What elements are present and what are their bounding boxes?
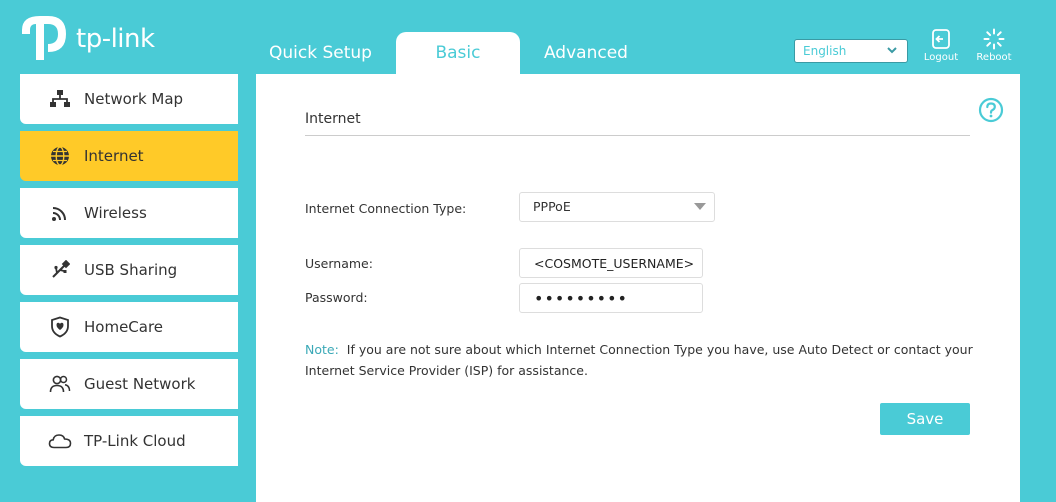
sidebar-item-label: USB Sharing <box>84 261 178 279</box>
sidebar-item-label: TP-Link Cloud <box>84 432 186 450</box>
logout-label: Logout <box>923 52 959 63</box>
chevron-down-icon <box>887 47 897 54</box>
sidebar-item-label: Internet <box>84 147 144 165</box>
note-label: Note: <box>305 342 339 357</box>
guest-users-icon <box>47 371 73 397</box>
sidebar-item-label: Wireless <box>84 204 147 222</box>
note-text: Note: If you are not sure about which In… <box>305 339 975 381</box>
sidebar-item-internet[interactable]: Internet <box>20 131 238 181</box>
username-label: Username: <box>305 256 373 271</box>
save-button[interactable]: Save <box>880 403 970 435</box>
sidebar: Network Map Internet Wireless USB Sharin… <box>20 74 238 473</box>
sidebar-item-label: Guest Network <box>84 375 196 393</box>
sidebar-item-tp-link-cloud[interactable]: TP-Link Cloud <box>20 416 238 466</box>
help-icon[interactable] <box>978 97 1004 123</box>
page-title: Internet <box>305 111 361 127</box>
language-selected: English <box>803 44 847 58</box>
tab-basic[interactable]: Basic <box>395 32 520 74</box>
brand-name: tp-link <box>76 24 155 54</box>
tab-quick-setup[interactable]: Quick Setup <box>256 32 385 74</box>
sidebar-item-guest-network[interactable]: Guest Network <box>20 359 238 409</box>
sidebar-item-usb-sharing[interactable]: USB Sharing <box>20 245 238 295</box>
globe-icon <box>47 143 73 169</box>
connection-type-label: Internet Connection Type: <box>305 201 467 216</box>
connection-type-select[interactable]: PPPoE <box>519 192 715 222</box>
sidebar-item-wireless[interactable]: Wireless <box>20 188 238 238</box>
sidebar-item-label: Network Map <box>84 90 184 108</box>
password-label: Password: <box>305 290 368 305</box>
dropdown-arrow-icon <box>694 203 706 210</box>
usb-icon <box>47 257 73 283</box>
network-map-icon <box>47 86 73 112</box>
logout-icon <box>932 29 950 49</box>
note-body: If you are not sure about which Internet… <box>305 342 973 378</box>
wifi-icon <box>47 200 73 226</box>
sidebar-item-network-map[interactable]: Network Map <box>20 74 238 124</box>
reboot-button[interactable]: Reboot <box>970 28 1018 63</box>
top-tabs: Quick Setup Basic Advanced <box>256 32 641 74</box>
tab-advanced[interactable]: Advanced <box>531 32 641 74</box>
title-divider <box>305 135 970 136</box>
reboot-icon <box>983 28 1005 50</box>
sidebar-item-label: HomeCare <box>84 318 164 336</box>
cloud-icon <box>47 428 73 454</box>
username-input[interactable] <box>519 248 703 278</box>
connection-type-value: PPPoE <box>533 199 571 214</box>
password-input[interactable] <box>519 283 703 313</box>
logout-button[interactable]: Logout <box>917 28 965 63</box>
reboot-label: Reboot <box>976 52 1012 63</box>
homecare-shield-icon <box>47 314 73 340</box>
language-select[interactable]: English <box>794 39 908 63</box>
sidebar-item-homecare[interactable]: HomeCare <box>20 302 238 352</box>
